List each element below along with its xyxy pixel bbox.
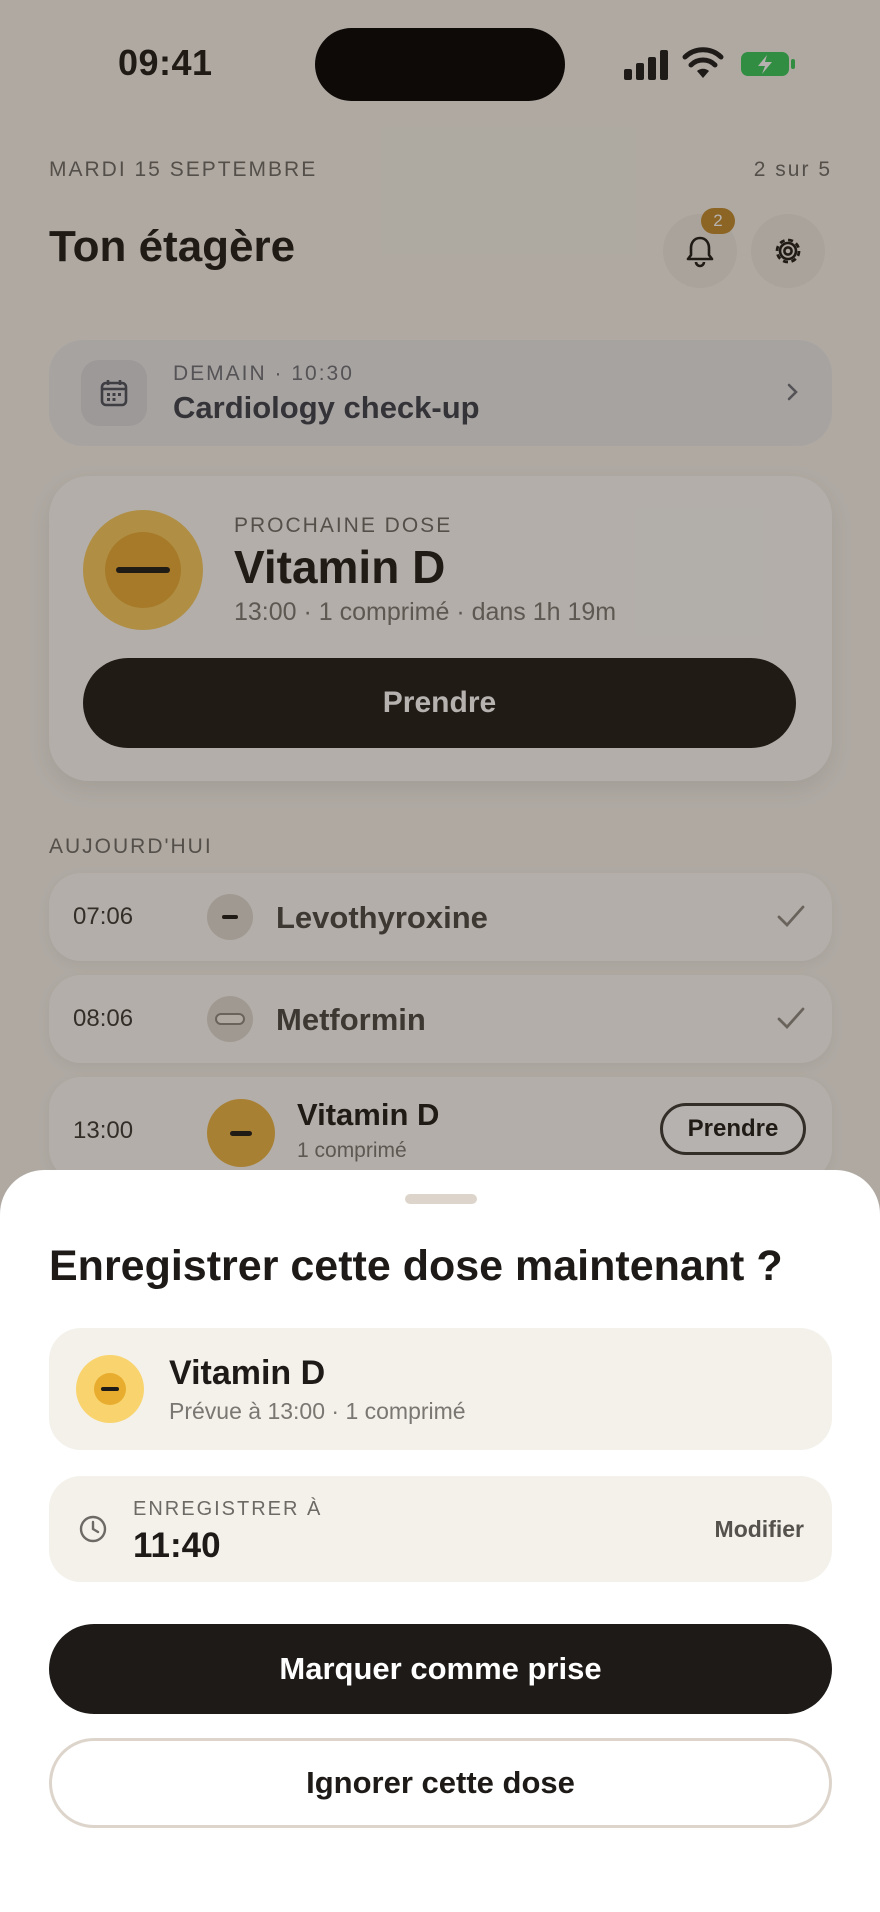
record-time-label: ENREGISTRER À: [133, 1498, 323, 1520]
sheet-title: Enregistrer cette dose maintenant ?: [49, 1242, 783, 1290]
sheet-handle[interactable]: [405, 1194, 477, 1204]
modify-time-button[interactable]: Modifier: [715, 1516, 804, 1543]
pill-icon: [76, 1355, 144, 1423]
record-time-value: 11:40: [133, 1526, 221, 1565]
medication-name: Vitamin D: [169, 1354, 326, 1392]
mark-as-taken-button[interactable]: Marquer comme prise: [49, 1624, 832, 1714]
clock-icon: [79, 1515, 107, 1543]
medication-summary: Vitamin D Prévue à 13:00 · 1 comprimé: [49, 1328, 832, 1450]
medication-schedule: Prévue à 13:00 · 1 comprimé: [169, 1398, 466, 1424]
record-time-field: ENREGISTRER À 11:40 Modifier: [49, 1476, 832, 1582]
skip-dose-button[interactable]: Ignorer cette dose: [49, 1738, 832, 1828]
confirm-dose-sheet: Enregistrer cette dose maintenant ? Vita…: [0, 1170, 880, 1912]
